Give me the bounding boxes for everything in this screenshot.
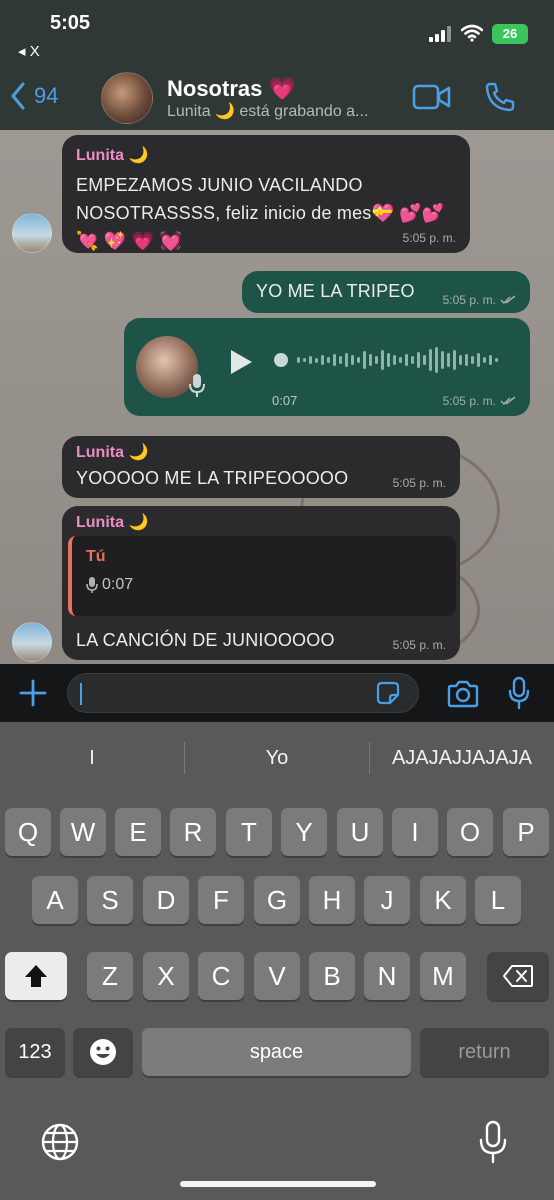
- key-j[interactable]: J: [364, 876, 410, 924]
- key-z[interactable]: Z: [87, 952, 133, 1000]
- key-o[interactable]: O: [447, 808, 493, 856]
- predictive-suggestions: I Yo AJAJAJJAJAJA: [0, 738, 554, 778]
- microphone-icon: [189, 374, 205, 397]
- camera-icon[interactable]: [446, 680, 480, 708]
- reply-quote[interactable]: Tú 0:07: [68, 536, 456, 616]
- message-input[interactable]: [67, 673, 419, 713]
- chat-header: 5:05 ◂ X 26 94 Nosotras 💗 Lunita 🌙 está …: [0, 0, 554, 130]
- key-x[interactable]: X: [143, 952, 189, 1000]
- microphone-icon[interactable]: [508, 676, 530, 710]
- key-b[interactable]: B: [309, 952, 355, 1000]
- backspace-icon: [503, 965, 533, 987]
- message-time: 5:05 p. m.: [393, 476, 446, 490]
- video-call-icon[interactable]: [412, 84, 452, 110]
- unread-count: 94: [34, 83, 59, 108]
- key-a[interactable]: A: [32, 876, 78, 924]
- message-time: 5:05 p. m.: [403, 231, 456, 245]
- key-v[interactable]: V: [254, 952, 300, 1000]
- key-h[interactable]: H: [309, 876, 355, 924]
- plus-icon[interactable]: [18, 678, 48, 708]
- battery-indicator: 26: [492, 24, 528, 44]
- message-timestamp: 5:05 p. m.: [392, 476, 446, 490]
- message-time: 5:05 p. m.: [443, 293, 516, 307]
- sticker-icon[interactable]: [374, 679, 402, 707]
- space-key[interactable]: space: [142, 1028, 411, 1076]
- wifi-icon: [461, 24, 483, 42]
- quote-author: Tú: [86, 548, 106, 565]
- message-bubble-incoming[interactable]: Lunita 🌙 EMPEZAMOS JUNIO VACILANDO NOSOT…: [62, 135, 470, 253]
- quote-body: 0:07: [86, 576, 442, 594]
- voice-call-icon[interactable]: [484, 81, 516, 113]
- back-to-app-link[interactable]: ◂ X: [18, 42, 40, 60]
- message-bubble-incoming[interactable]: Lunita 🌙 YOOOOO ME LA TRIPEOOOOO 5:05 p.…: [62, 436, 460, 498]
- message-time: 5:05 p. m.: [393, 638, 446, 652]
- voice-message-bubble[interactable]: 0:07 5:05 p. m.: [124, 318, 530, 416]
- numbers-key[interactable]: 123: [5, 1028, 65, 1076]
- globe-icon[interactable]: [40, 1122, 80, 1162]
- dictation-icon[interactable]: [478, 1120, 508, 1164]
- chat-title[interactable]: Nosotras 💗: [167, 76, 296, 102]
- emoji-key[interactable]: [73, 1028, 133, 1076]
- playhead[interactable]: [274, 353, 288, 367]
- message-text: EMPEZAMOS JUNIO VACILANDO NOSOTRASSSS, f…: [76, 175, 445, 251]
- message-input-bar: [0, 664, 554, 722]
- chevron-left-icon: [11, 82, 25, 110]
- key-m[interactable]: M: [420, 952, 466, 1000]
- key-w[interactable]: W: [60, 808, 106, 856]
- return-key[interactable]: return: [420, 1028, 549, 1076]
- key-f[interactable]: F: [198, 876, 244, 924]
- key-p[interactable]: P: [503, 808, 549, 856]
- key-d[interactable]: D: [143, 876, 189, 924]
- read-receipt-icon: [500, 396, 516, 406]
- voice-waveform[interactable]: [274, 344, 514, 376]
- read-receipt-icon: [500, 295, 516, 305]
- back-button[interactable]: 94: [10, 82, 58, 110]
- key-l[interactable]: L: [475, 876, 521, 924]
- message-timestamp: 5:05 p. m.: [442, 394, 496, 408]
- key-y[interactable]: Y: [281, 808, 327, 856]
- emoji-icon: [90, 1039, 116, 1065]
- shift-icon: [25, 965, 47, 987]
- group-avatar[interactable]: [101, 72, 153, 124]
- message-bubble-incoming[interactable]: Lunita 🌙 Tú 0:07 LA CANCIÓN DE JUNIOOOOO…: [62, 506, 460, 660]
- key-e[interactable]: E: [115, 808, 161, 856]
- quote-duration: 0:07: [102, 576, 134, 593]
- message-timestamp: 5:05 p. m.: [442, 293, 496, 307]
- keyboard: I Yo AJAJAJJAJAJA Q W E R T Y U I O P A …: [0, 722, 554, 1200]
- message-timestamp: 5:05 p. m.: [402, 231, 456, 245]
- voice-duration: 0:07: [272, 393, 298, 408]
- key-t[interactable]: T: [226, 808, 272, 856]
- suggestion-item[interactable]: I: [0, 747, 184, 770]
- play-icon[interactable]: [228, 348, 254, 376]
- text-caret: [80, 683, 82, 705]
- message-sender: Lunita 🌙: [76, 147, 149, 164]
- suggestion-item[interactable]: Yo: [185, 747, 369, 770]
- sender-avatar[interactable]: [12, 622, 52, 662]
- home-indicator: [180, 1181, 376, 1187]
- chat-status: Lunita 🌙 está grabando a...: [167, 103, 369, 120]
- message-timestamp: 5:05 p. m.: [392, 638, 446, 652]
- message-sender: Lunita 🌙: [76, 444, 149, 461]
- key-s[interactable]: S: [87, 876, 133, 924]
- signal-icon: [429, 26, 455, 42]
- delete-key[interactable]: [487, 952, 549, 1000]
- microphone-icon: [86, 577, 98, 593]
- key-u[interactable]: U: [337, 808, 383, 856]
- sender-avatar[interactable]: [12, 213, 52, 253]
- status-time: 5:05: [50, 12, 91, 34]
- key-q[interactable]: Q: [5, 808, 51, 856]
- key-r[interactable]: R: [170, 808, 216, 856]
- message-time: 5:05 p. m.: [443, 394, 516, 408]
- key-n[interactable]: N: [364, 952, 410, 1000]
- shift-key[interactable]: [5, 952, 67, 1000]
- suggestion-item[interactable]: AJAJAJJAJAJA: [370, 747, 554, 770]
- key-c[interactable]: C: [198, 952, 244, 1000]
- message-sender: Lunita 🌙: [76, 514, 149, 531]
- message-text: YOOOOO ME LA TRIPEOOOOO: [76, 468, 349, 488]
- key-i[interactable]: I: [392, 808, 438, 856]
- key-k[interactable]: K: [420, 876, 466, 924]
- message-bubble-outgoing[interactable]: YO ME LA TRIPEO 5:05 p. m.: [242, 271, 530, 313]
- key-g[interactable]: G: [254, 876, 300, 924]
